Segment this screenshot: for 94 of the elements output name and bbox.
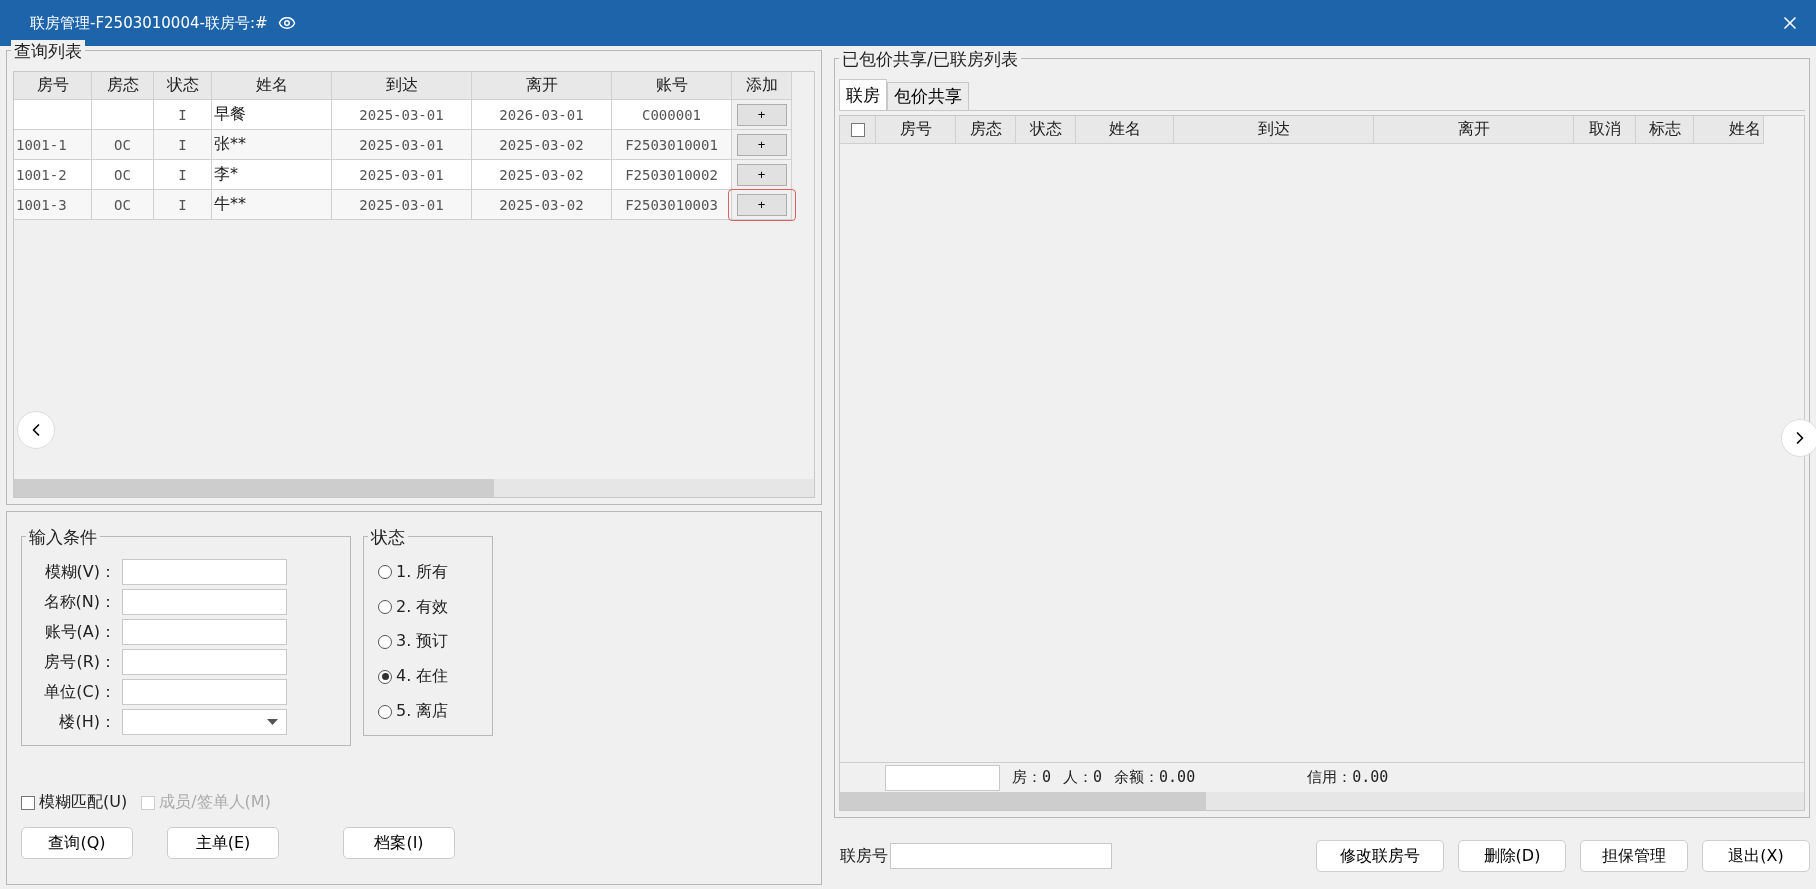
- group-title: 查询列表: [11, 40, 85, 63]
- action-button[interactable]: 主单(E): [167, 827, 279, 859]
- summary-text: 房：0: [1012, 768, 1052, 787]
- column-header[interactable]: 标志: [1636, 116, 1694, 144]
- input-field[interactable]: [122, 679, 287, 705]
- table-cell: 2026-03-01: [472, 100, 612, 130]
- status-radio[interactable]: 1. 所有: [378, 555, 480, 590]
- tab[interactable]: 联房: [839, 79, 887, 110]
- table-cell: I: [154, 130, 212, 160]
- column-header[interactable]: 取消: [1574, 116, 1636, 144]
- window-title: 联房管理-F2503010004-联房号:#: [30, 13, 268, 33]
- column-header[interactable]: 到达: [332, 72, 472, 100]
- column-header[interactable]: 姓名: [1076, 116, 1174, 144]
- checkbox[interactable]: [21, 795, 35, 810]
- table-cell: 李*: [212, 160, 332, 190]
- checkbox-label: 模糊匹配(U): [39, 792, 128, 813]
- group-title: 输入条件: [26, 526, 100, 549]
- table-cell: 早餐: [212, 100, 332, 130]
- column-header[interactable]: 离开: [472, 72, 612, 100]
- column-header[interactable]: 添加: [732, 72, 792, 100]
- summary-text: 信用：0.00: [1307, 768, 1389, 787]
- table-cell: OC: [92, 160, 154, 190]
- column-header[interactable]: 离开: [1374, 116, 1574, 144]
- status-radio[interactable]: 4. 在住: [378, 659, 480, 695]
- checkbox-label: 成员/签单人(M): [159, 792, 271, 813]
- table-cell: 2025-03-02: [472, 130, 612, 160]
- summary-text: 人：0: [1063, 768, 1103, 787]
- table-cell: 2025-03-01: [332, 130, 472, 160]
- table-cell: 1001-3: [14, 190, 92, 220]
- table-cell: 2025-03-01: [332, 160, 472, 190]
- scrollbar-thumb[interactable]: [14, 479, 494, 497]
- table-cell: F2503010001: [612, 130, 732, 160]
- column-header[interactable]: 房号: [876, 116, 956, 144]
- action-button[interactable]: 担保管理: [1580, 840, 1688, 872]
- table-cell: 1001-1: [14, 130, 92, 160]
- group-title: 状态: [368, 526, 408, 549]
- table-cell: OC: [92, 190, 154, 220]
- group-title: 已包价共享/已联房列表: [839, 48, 1021, 71]
- input-field[interactable]: [122, 559, 287, 585]
- column-header[interactable]: 姓名: [1694, 116, 1764, 144]
- input-field[interactable]: [890, 843, 1112, 869]
- column-header[interactable]: 账号: [612, 72, 732, 100]
- add-button[interactable]: +: [736, 193, 787, 216]
- caret-icon: [267, 719, 278, 725]
- action-button[interactable]: 退出(X): [1702, 840, 1810, 872]
- table-cell: F2503010003: [612, 190, 732, 220]
- table-cell: 1001-2: [14, 160, 92, 190]
- action-button[interactable]: 查询(Q): [21, 827, 133, 859]
- column-header[interactable]: 状态: [154, 72, 212, 100]
- action-button[interactable]: 删除(D): [1458, 840, 1566, 872]
- field-label: 房号(R)：: [43, 651, 117, 673]
- column-header[interactable]: 到达: [1174, 116, 1374, 144]
- table-cell: [92, 100, 154, 130]
- scrollbar-thumb[interactable]: [840, 792, 1207, 810]
- action-button[interactable]: 档案(I): [343, 827, 455, 859]
- status-radio[interactable]: 5. 离店: [378, 694, 480, 729]
- status-radio[interactable]: 2. 有效: [378, 589, 480, 625]
- eye-icon[interactable]: [277, 14, 296, 32]
- table-cell: 2025-03-01: [332, 100, 472, 130]
- floor-dropdown[interactable]: [122, 709, 287, 735]
- table-cell: I: [154, 190, 212, 220]
- input-field[interactable]: [122, 619, 287, 645]
- input-field[interactable]: [885, 764, 1000, 791]
- table-cell: OC: [92, 130, 154, 160]
- field-label: 单位(C)：: [43, 681, 117, 703]
- input-field[interactable]: [122, 649, 287, 675]
- field-label: 名称(N)：: [42, 591, 117, 613]
- table-cell: I: [154, 100, 212, 130]
- field-label: 模糊(V)：: [43, 561, 117, 583]
- action-button[interactable]: 修改联房号: [1316, 840, 1444, 872]
- table-cell: 2025-03-02: [472, 160, 612, 190]
- field-label: 联房号: [840, 845, 888, 867]
- input-field[interactable]: [122, 589, 287, 615]
- field-label: 楼(H)：: [58, 711, 117, 733]
- summary-text: 余额：0.00: [1114, 768, 1196, 787]
- column-header[interactable]: 房态: [92, 72, 154, 100]
- column-header[interactable]: 状态: [1016, 116, 1076, 144]
- table-cell: 2025-03-01: [332, 190, 472, 220]
- table-cell: 张**: [212, 130, 332, 160]
- column-header[interactable]: 姓名: [212, 72, 332, 100]
- field-label: 账号(A)：: [43, 621, 117, 643]
- add-button[interactable]: +: [736, 163, 787, 186]
- table-cell: 2025-03-02: [472, 190, 612, 220]
- status-radio[interactable]: 3. 预订: [378, 624, 480, 660]
- checkbox[interactable]: [850, 122, 865, 137]
- table-cell: I: [154, 160, 212, 190]
- tab[interactable]: 包价共享: [887, 82, 969, 110]
- add-button[interactable]: +: [736, 103, 787, 126]
- add-button[interactable]: +: [736, 133, 787, 156]
- table-cell: 牛**: [212, 190, 332, 220]
- column-header[interactable]: 房态: [956, 116, 1016, 144]
- table-cell: C000001: [612, 100, 732, 130]
- column-header[interactable]: 房号: [14, 72, 92, 100]
- table-cell: F2503010002: [612, 160, 732, 190]
